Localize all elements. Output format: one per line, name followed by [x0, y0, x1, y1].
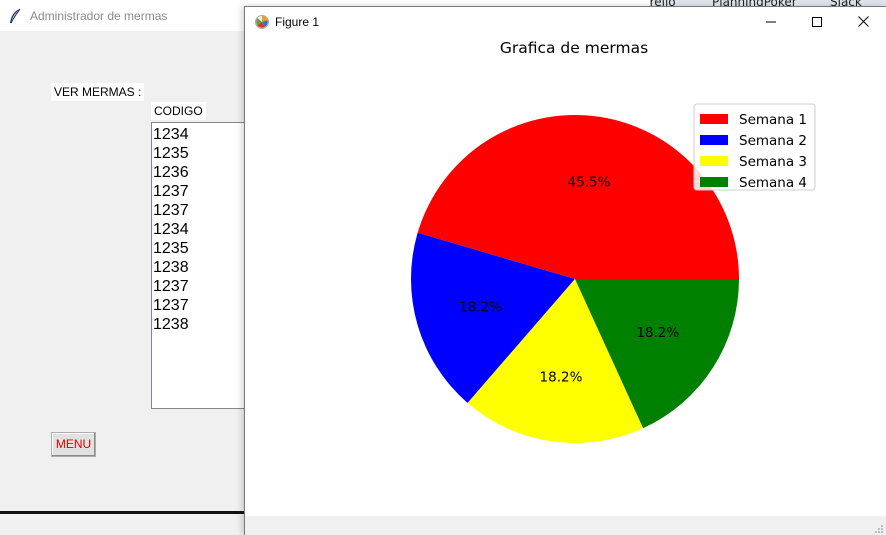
- figure-canvas[interactable]: Grafica de mermas 45.5% 18.2% 18.2% 18.2% S…: [245, 36, 886, 516]
- pie-chart: Grafica de mermas 45.5% 18.2% 18.2% 18.2% S…: [411, 39, 816, 443]
- pie-slice-label: 45.5%: [568, 175, 611, 191]
- legend-swatch: [700, 177, 728, 187]
- pie-slice-label: 18.2%: [636, 325, 679, 341]
- pie-slice-label: 18.2%: [540, 369, 583, 385]
- minimize-icon: [766, 21, 776, 22]
- legend-label: Semana 2: [739, 133, 807, 149]
- legend-label: Semana 3: [739, 154, 807, 170]
- legend-label: Semana 4: [739, 175, 807, 191]
- admin-window-title: Administrador de mermas: [30, 8, 168, 23]
- chart-legend: Semana 1 Semana 2 Semana 3 Semana 4: [693, 103, 816, 191]
- menu-button[interactable]: MENU: [51, 432, 96, 457]
- matplotlib-figure-icon: [254, 14, 270, 30]
- pie-slice-label: 18.2%: [459, 300, 502, 316]
- figure-statusbar: [245, 516, 886, 535]
- close-button[interactable]: [840, 7, 886, 36]
- maximize-icon: [812, 16, 822, 27]
- legend-swatch: [700, 156, 728, 166]
- close-icon: [857, 16, 869, 27]
- legend-swatch: [700, 114, 728, 124]
- resize-grip-icon[interactable]: [874, 524, 884, 534]
- feather-icon: [8, 8, 22, 24]
- ver-mermas-label: VER MERMAS :: [51, 83, 145, 101]
- legend-label: Semana 1: [739, 112, 807, 128]
- figure-window-title: Figure 1: [275, 14, 320, 29]
- chart-title: Grafica de mermas: [500, 39, 648, 57]
- figure-window-titlebar[interactable]: Figure 1: [245, 7, 886, 36]
- maximize-button[interactable]: [794, 7, 840, 36]
- minimize-button[interactable]: [748, 7, 794, 36]
- pie-slices: [411, 115, 739, 443]
- figure-window: Figure 1 Grafica de mermas 45.5% 18.2% 18.…: [244, 6, 886, 535]
- legend-swatch: [700, 135, 728, 145]
- codigo-column-header: CODIGO: [151, 102, 206, 120]
